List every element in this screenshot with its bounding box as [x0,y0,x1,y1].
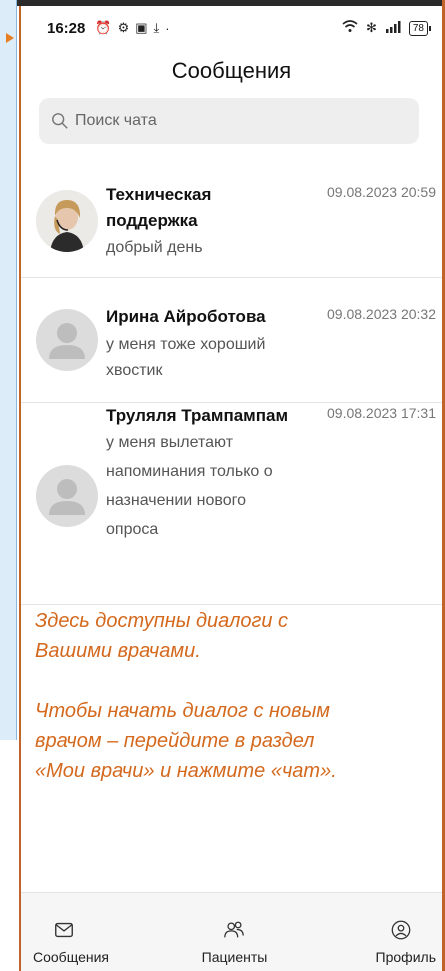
note-line: «Мои врачи» и нажмите «чат». [35,760,337,782]
search-icon [52,113,68,129]
battery-icon: 78 [408,20,432,36]
instruction-note: Здесь доступны диалоги с Вашими врачами.… [35,606,435,816]
tab-patients[interactable]: Пациенты [167,893,301,971]
tab-label: Сообщения [33,949,109,965]
chat-item-support[interactable]: Техническая поддержка 09.08.2023 20:59 д… [21,168,442,278]
status-right-icons: ✻ 78 [342,20,432,36]
tab-label: Пациенты [201,949,268,965]
avatar [36,190,98,252]
tab-profile[interactable]: Профиль [302,893,442,971]
gear-icon: ⚙ [117,20,130,35]
chat-name: Труляля Трампампам [106,406,289,425]
chat-last-message-continued: опроса [106,521,159,538]
chat-item-trulyalya[interactable]: Труляля Трампампам 09.08.2023 17:31 у ме… [21,403,442,605]
avatar-placeholder [36,465,98,527]
chat-list: Техническая поддержка 09.08.2023 20:59 д… [21,168,442,605]
search-placeholder: Поиск чата [75,112,157,129]
chat-name-continued: поддержка [106,211,198,230]
signal-icon [385,20,401,36]
note-line: Здесь доступны диалоги с [35,610,289,632]
user-silhouette-icon [49,479,85,515]
support-agent-avatar-icon [36,190,98,252]
bottom-tab-bar: Сообщения Пациенты Профиль [21,892,442,971]
alarm-icon: ⏰ [95,20,112,35]
chat-last-message-continued: хвостик [106,362,163,379]
chat-last-message: у меня вылетают [106,434,234,451]
avatar-placeholder [36,309,98,371]
people-icon [224,921,245,938]
bluetooth-icon: ✻ [365,20,377,35]
chat-last-message-continued: назначении нового [106,492,246,509]
status-bar: 16:28 ⏰ ⚙ ▣ ⤓ · ✻ 78 [21,6,442,50]
note-line: Чтобы начать диалог с новым [35,700,330,722]
chat-timestamp: 09.08.2023 20:59 [327,184,436,200]
user-silhouette-icon [49,323,85,359]
dot-icon: · [165,20,170,36]
chat-name: Ирина Айроботова [106,307,266,326]
wifi-icon [342,20,358,36]
chat-name: Техническая [106,185,212,204]
chat-last-message-continued: напоминания только о [106,463,273,480]
profile-icon [391,920,411,940]
note-line: врачом – перейдите в раздел [35,730,315,752]
slide-arrow-icon [6,33,14,43]
app-icon: ▣ [135,20,148,35]
tab-label: Профиль [375,949,436,965]
status-time: 16:28 [47,19,86,37]
chat-last-message: у меня тоже хороший [106,336,266,353]
download-icon: ⤓ [153,20,160,35]
chat-timestamp: 09.08.2023 17:31 [327,405,436,421]
phone-screen: 16:28 ⏰ ⚙ ▣ ⤓ · ✻ 78 Сообщения Поиск чат… [19,6,442,971]
chat-timestamp: 09.08.2023 20:32 [327,306,436,322]
tab-messages[interactable]: Сообщения [21,893,167,971]
search-input[interactable]: Поиск чата [39,98,419,144]
mail-icon [55,922,73,938]
slide-side-panel [0,0,17,740]
page-title: Сообщения [171,58,292,83]
status-notification-icons: ⏰ ⚙ ▣ ⤓ · [95,20,169,36]
chat-last-message: добрый день [106,239,203,256]
note-line: Вашими врачами. [35,640,201,662]
chat-item-irina[interactable]: Ирина Айроботова 09.08.2023 20:32 у меня… [21,278,442,403]
